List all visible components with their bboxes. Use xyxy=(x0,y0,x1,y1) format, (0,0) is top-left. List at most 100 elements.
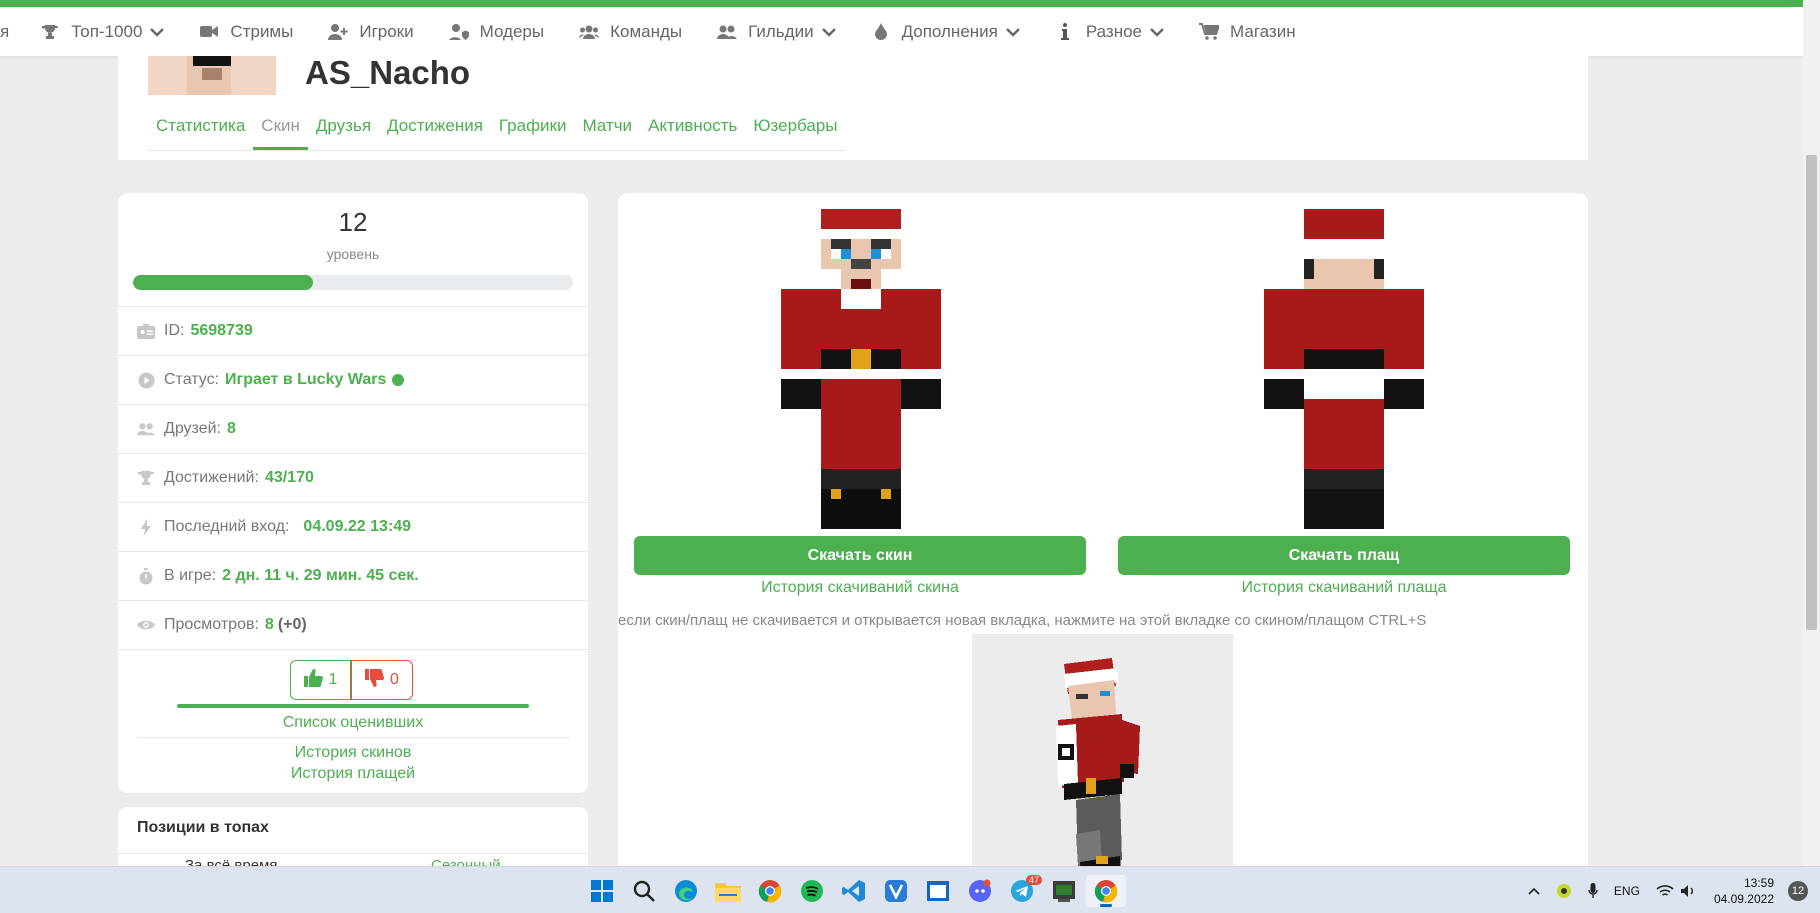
chrome-active-icon[interactable] xyxy=(1086,875,1126,907)
chevron-down-icon xyxy=(150,22,165,42)
nav-item-guilds[interactable]: Гильдии xyxy=(716,22,836,42)
level-value: 12 xyxy=(338,207,368,237)
taskbar: 47 ENG 13:59 04.09.2022 12 xyxy=(0,866,1820,913)
chevron-up-icon[interactable] xyxy=(1528,887,1540,895)
votes-divider xyxy=(118,649,588,650)
trophy-icon xyxy=(137,469,155,487)
microphone-icon[interactable] xyxy=(1588,882,1598,899)
info-icon xyxy=(1054,23,1076,41)
last-login-row: Последний вход: 04.09.22 13:49 xyxy=(118,502,588,551)
cape-download-history-link[interactable]: История скачиваний плаща xyxy=(1118,579,1570,597)
last-login-label: Последний вход: xyxy=(164,518,290,535)
chevron-down-icon xyxy=(1006,22,1020,42)
id-row: ID: 5698739 xyxy=(118,306,588,355)
telegram-icon[interactable]: 47 xyxy=(1002,875,1042,907)
nav-label: Игроки xyxy=(359,21,414,41)
play-circle-icon xyxy=(137,371,155,389)
terminal-icon[interactable] xyxy=(1044,875,1084,907)
user-plus-icon xyxy=(327,23,349,41)
status-value: Играет в Lucky Wars xyxy=(225,371,387,388)
nav-label: Стримы xyxy=(230,21,294,41)
vote-ratio-bar xyxy=(177,704,529,708)
views-delta: (+0) xyxy=(277,616,307,633)
tab-matches[interactable]: Матчи xyxy=(574,116,640,150)
tab-activity[interactable]: Активность xyxy=(640,116,745,150)
tab-statistics[interactable]: Статистика xyxy=(148,116,253,150)
tab-skin[interactable]: Скин xyxy=(253,116,308,150)
achievements-label: Достижений: xyxy=(164,469,259,486)
views-row: Просмотров: 8 (+0) xyxy=(118,600,588,649)
nav-label: Магазин xyxy=(1230,21,1296,41)
dislike-count: 0 xyxy=(390,671,399,688)
cart-icon xyxy=(1198,23,1220,41)
nav-item-truncated[interactable]: я xyxy=(0,22,9,42)
raters-list-link[interactable]: Список оценивших xyxy=(118,714,588,732)
capes-history-link[interactable]: История плащей xyxy=(118,765,588,783)
nav-item-addons[interactable]: Дополнения xyxy=(870,22,1020,42)
scrollbar[interactable] xyxy=(1803,0,1820,866)
nav-label: Разное xyxy=(1085,21,1143,41)
users-icon xyxy=(578,23,600,41)
download-cape-button[interactable]: Скачать плащ xyxy=(1118,536,1570,575)
skin-download-history-link[interactable]: История скачиваний скина xyxy=(634,579,1086,597)
language-indicator[interactable]: ENG xyxy=(1614,884,1640,898)
id-card-icon xyxy=(137,322,155,340)
user-shield-icon xyxy=(448,23,470,41)
user-group-icon xyxy=(716,23,738,41)
like-button[interactable]: 1 xyxy=(290,660,351,700)
wifi-icon[interactable] xyxy=(1656,884,1674,898)
nav-item-misc[interactable]: Разное xyxy=(1054,22,1164,42)
window-app-icon[interactable] xyxy=(918,875,958,907)
tab-achievements[interactable]: Достижения xyxy=(379,116,491,150)
chrome-icon[interactable] xyxy=(750,875,790,907)
video-camera-icon xyxy=(198,23,220,41)
nav-item-shop[interactable]: Магазин xyxy=(1198,22,1296,42)
nav-item-moders[interactable]: Модеры xyxy=(448,22,544,42)
discord-icon[interactable] xyxy=(960,875,1000,907)
search-icon[interactable] xyxy=(624,875,664,907)
windows-start-icon[interactable] xyxy=(582,875,622,907)
nav-item-top1000[interactable]: Топ-1000 xyxy=(39,22,165,42)
tab-graphs[interactable]: Графики xyxy=(491,116,575,150)
clock[interactable]: 13:59 04.09.2022 xyxy=(1714,875,1774,907)
chevron-down-icon xyxy=(1150,22,1164,42)
volume-icon[interactable] xyxy=(1680,884,1696,898)
online-dot xyxy=(392,374,405,386)
nav-item-streams[interactable]: Стримы xyxy=(198,22,293,42)
taskbar-apps: 47 xyxy=(582,875,1128,907)
nav-label: Модеры xyxy=(479,21,545,41)
eye-icon xyxy=(137,616,155,634)
divider xyxy=(137,737,569,738)
tray-app-icon[interactable] xyxy=(1556,883,1572,899)
skin-card: Скачать скин Скачать плащ История скачив… xyxy=(618,193,1588,893)
dislike-button[interactable]: 0 xyxy=(351,660,413,700)
tab-friends[interactable]: Друзья xyxy=(308,116,379,150)
nav-item-players[interactable]: Игроки xyxy=(327,21,414,42)
spotify-icon[interactable] xyxy=(792,875,832,907)
skins-history-link[interactable]: История скинов xyxy=(118,744,588,762)
droplet-icon xyxy=(870,23,892,41)
tab-userbars[interactable]: Юзербары xyxy=(745,116,845,150)
nav-bar: я Топ-1000 Стримы Игроки Модеры Команды … xyxy=(0,7,1803,56)
clock-date: 04.09.2022 xyxy=(1713,891,1774,906)
profile-tabs: Статистика Скин Друзья Достижения График… xyxy=(148,116,846,151)
bolt-icon xyxy=(137,518,155,536)
system-tray: ENG 13:59 04.09.2022 12 xyxy=(1512,867,1808,913)
friends-value[interactable]: 8 xyxy=(227,420,236,438)
scrollbar-thumb[interactable] xyxy=(1806,155,1817,630)
edge-icon[interactable] xyxy=(666,875,706,907)
download-skin-button[interactable]: Скачать скин xyxy=(634,536,1086,575)
playtime-row: В игре: 2 дн. 11 ч. 29 мин. 45 сек. xyxy=(118,551,588,600)
like-count: 1 xyxy=(328,671,338,688)
achievements-value[interactable]: 43/170 xyxy=(265,469,314,487)
skin-3d-preview[interactable] xyxy=(972,634,1233,893)
thumbs-down-icon xyxy=(365,668,385,692)
id-label: ID: xyxy=(164,322,185,339)
vscode-icon[interactable] xyxy=(834,875,874,907)
notifications-badge[interactable]: 12 xyxy=(1788,880,1808,901)
skin-3d-model xyxy=(1056,658,1140,890)
status-row: Статус: Играет в Lucky Wars xyxy=(118,355,588,404)
file-explorer-icon[interactable] xyxy=(708,875,748,907)
nav-item-teams[interactable]: Команды xyxy=(578,22,682,42)
vivaldi-icon[interactable] xyxy=(876,875,916,907)
